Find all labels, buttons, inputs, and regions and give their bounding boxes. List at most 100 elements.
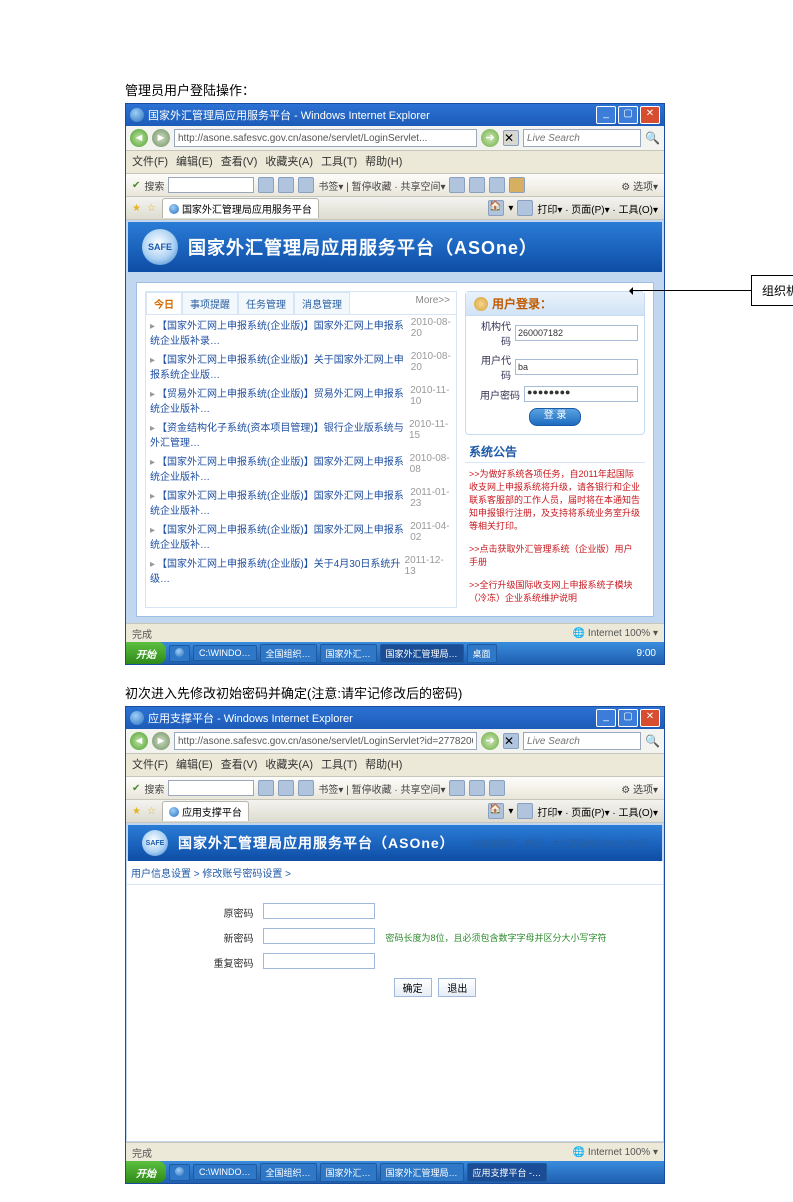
more-link[interactable]: More>> [410, 292, 456, 314]
taskbar[interactable]: 开始 C:\WINDO… 全国组织… 国家外汇… 国家外汇管理局… 应用支撑平台… [126, 1161, 664, 1183]
login-box: 用户登录： 机构代码 用户代码 用户密码●●●●●●●● 登 录 [465, 291, 645, 435]
home-icon[interactable]: 🏠 [488, 803, 504, 819]
tab-today[interactable]: 今日 [146, 292, 182, 314]
caption-2: 初次进入先修改初始密码并确定(注意:请牢记修改后的密码) [125, 683, 763, 702]
toolbar[interactable]: ✔搜索 书签▾ | 暂停收藏 · 共享空间▾ ⚙ 选项▾ [126, 174, 664, 197]
minimize-button[interactable]: _ [596, 106, 616, 124]
breadcrumb: 用户信息设置 > 修改账号密码设置 > [127, 861, 663, 885]
refresh-icon[interactable]: ✕ [503, 733, 519, 749]
titlebar: 国家外汇管理局应用服务平台 - Windows Internet Explore… [126, 104, 664, 126]
task-item[interactable]: 全国组织… [260, 644, 317, 663]
task-item[interactable]: C:\WINDO… [193, 1164, 257, 1180]
home-icon[interactable]: 🏠 [488, 200, 504, 216]
annotation-arrow [631, 290, 751, 291]
start-button[interactable]: 开始 [126, 1161, 166, 1183]
status-bar: 完成 🌐 Internet 100% ▾ [126, 623, 664, 642]
close-button[interactable]: ✕ [640, 106, 660, 124]
screenshot-2: 应用支撑平台 - Windows Internet Explorer _ ▢ ✕… [125, 706, 665, 1184]
maximize-button[interactable]: ▢ [618, 106, 638, 124]
nav-right: 欢迎管理员 · 帮助 · 本次登录时间2012年2月 [472, 837, 648, 850]
news-item[interactable]: ▸【贸易外汇网上申报系统(企业版)】贸易外汇网上申报系统企业版补…2010-11… [146, 383, 456, 417]
new-password-input[interactable] [263, 928, 375, 944]
tab-bar[interactable]: ★☆ 国家外汇管理局应用服务平台 🏠▾ 打印▾ · 页面(P)▾ · 工具(O)… [126, 197, 664, 220]
news-item[interactable]: ▸【国家外汇网上申报系统(企业版)】国家外汇网上申报系统企业版补…2010-08… [146, 451, 456, 485]
page-banner: SAFE 国家外汇管理局应用服务平台（ASOne） [126, 220, 664, 272]
task-item[interactable]: 国家外汇管理局… [380, 1163, 464, 1182]
print-icon[interactable] [517, 200, 533, 216]
minimize-button[interactable]: _ [596, 709, 616, 727]
tab-item1[interactable]: 事项提醒 [182, 292, 238, 314]
caption-1: 管理员用户登陆操作： [125, 80, 763, 99]
back-button[interactable]: ◄ [130, 129, 148, 147]
task-item[interactable] [169, 1164, 190, 1181]
task-item[interactable] [169, 645, 190, 662]
screenshot-1: 国家外汇管理局应用服务平台 - Windows Internet Explore… [125, 103, 665, 665]
confirm-button[interactable]: 确定 [394, 978, 432, 997]
address-bar[interactable] [174, 129, 477, 147]
exit-button[interactable]: 退出 [438, 978, 476, 997]
toolbar[interactable]: ✔搜索 书签▾ | 暂停收藏 · 共享空间▾ ⚙ 选项▾ [126, 777, 664, 800]
taskbar[interactable]: 开始 C:\WINDO… 全国组织… 国家外汇… 国家外汇管理局… 桌面 9:0… [126, 642, 664, 664]
news-item[interactable]: ▸【国家外汇网上申报系统(企业版)】国家外汇网上申报系统企业版补…2011-01… [146, 485, 456, 519]
user-code-input[interactable] [515, 359, 638, 375]
task-item[interactable]: 应用支撑平台 -… [467, 1163, 548, 1182]
bulletin-item: >>全行升级国际收支网上申报系统子模块（冷冻）企业系统维护说明 [469, 578, 641, 604]
favorites-icon[interactable]: ★ [132, 806, 141, 817]
news-panel: 今日 事项提醒 任务管理 消息管理 More>> ▸【国家外汇网上申报系统(企业… [145, 291, 457, 608]
news-item[interactable]: ▸【国家外汇网上申报系统(企业版)】国家外汇网上申报系统企业版补录…2010-0… [146, 315, 456, 349]
old-password-input[interactable] [263, 903, 375, 919]
news-item[interactable]: ▸【资金结构化子系统(资本项目管理)】银行企业版系统与外汇管理…2010-11-… [146, 417, 456, 451]
forward-button[interactable]: ► [152, 732, 170, 750]
address-bar[interactable] [174, 732, 477, 750]
key-icon [474, 297, 488, 311]
internet-zone-icon: 🌐 [573, 1147, 585, 1158]
ie-icon [130, 108, 144, 122]
search-icon[interactable]: 🔍 [645, 131, 660, 145]
browser-tab[interactable]: 国家外汇管理局应用服务平台 [162, 198, 319, 218]
task-item[interactable]: 桌面 [467, 644, 497, 663]
bulletin-heading: 系统公告 [465, 441, 645, 463]
bulletin-item: >>为做好系统各项任务，自2011年起国际收支网上申报系统将升级，请各银行和企业… [469, 467, 641, 532]
forward-button[interactable]: ► [152, 129, 170, 147]
news-item[interactable]: ▸【国家外汇网上申报系统(企业版)】关于4月30日系统升级…2011-12-13 [146, 553, 456, 587]
news-item[interactable]: ▸【国家外汇网上申报系统(企业版)】国家外汇网上申报系统企业版补…2011-04… [146, 519, 456, 553]
login-button[interactable]: 登 录 [529, 408, 581, 426]
menubar[interactable]: 文件(F)编辑(E)查看(V)收藏夹(A)工具(T)帮助(H) [126, 754, 664, 777]
go-button[interactable]: ➔ [481, 732, 499, 750]
close-button[interactable]: ✕ [640, 709, 660, 727]
system-tray[interactable]: 9:00 [629, 648, 664, 659]
menubar[interactable]: 文件(F)编辑(E)查看(V)收藏夹(A)工具(T)帮助(H) [126, 151, 664, 174]
safe-logo-icon: SAFE [142, 830, 168, 856]
tab-item2[interactable]: 任务管理 [238, 292, 294, 314]
org-code-input[interactable] [515, 325, 638, 341]
task-item[interactable]: 全国组织… [260, 1163, 317, 1182]
task-item[interactable]: C:\WINDO… [193, 645, 257, 661]
bulletin-item[interactable]: >>点击获取外汇管理系统（企业版）用户手册 [469, 542, 641, 568]
annotation-box: 组织机构代码 [751, 275, 793, 306]
back-button[interactable]: ◄ [130, 732, 148, 750]
task-item[interactable]: 国家外汇… [320, 644, 377, 663]
search-input[interactable] [523, 732, 641, 750]
favorites-icon[interactable]: ★ [132, 203, 141, 214]
page-banner: SAFE 国家外汇管理局应用服务平台（ASOne） 欢迎管理员 · 帮助 · 本… [126, 823, 664, 861]
go-button[interactable]: ➔ [481, 129, 499, 147]
news-item[interactable]: ▸【国家外汇网上申报系统(企业版)】关于国家外汇网上申报系统企业版…2010-0… [146, 349, 456, 383]
repeat-password-input[interactable] [263, 953, 375, 969]
browser-tab[interactable]: 应用支撑平台 [162, 801, 249, 821]
refresh-icon[interactable]: ✕ [503, 130, 519, 146]
search-icon[interactable]: 🔍 [645, 734, 660, 748]
tab-item3[interactable]: 消息管理 [294, 292, 350, 314]
password-form: 原密码 新密码密码长度为8位，且必须包含数字字母并区分大小写字符 重复密码 确定… [177, 899, 612, 1001]
maximize-button[interactable]: ▢ [618, 709, 638, 727]
task-item[interactable]: 国家外汇… [320, 1163, 377, 1182]
tab-bar[interactable]: ★☆ 应用支撑平台 🏠▾ 打印▾ · 页面(P)▾ · 工具(O)▾ [126, 800, 664, 823]
status-bar: 完成 🌐 Internet 100% ▾ [126, 1142, 664, 1161]
task-item[interactable]: 国家外汇管理局… [380, 644, 464, 663]
password-hint: 密码长度为8位，且必须包含数字字母并区分大小写字符 [381, 926, 610, 949]
search-input[interactable] [523, 129, 641, 147]
ie-icon [130, 711, 144, 725]
password-input[interactable]: ●●●●●●●● [524, 386, 638, 402]
start-button[interactable]: 开始 [126, 642, 166, 664]
internet-zone-icon: 🌐 [573, 628, 585, 639]
safe-logo-icon: SAFE [142, 229, 178, 265]
